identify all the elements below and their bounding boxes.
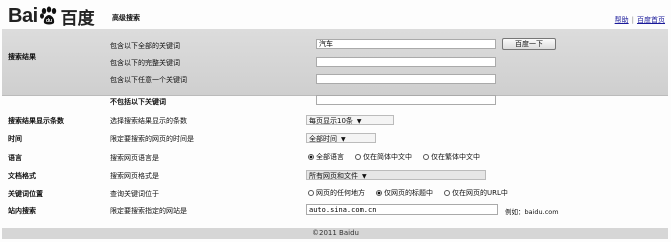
- position-option-anywhere[interactable]: 网页的任何地方: [308, 188, 365, 198]
- results-count-value: 每页显示10条: [309, 117, 353, 125]
- search-results-label: 搜索结果: [8, 53, 36, 61]
- exclude-keywords-label: 不包括以下关键词: [110, 98, 166, 106]
- format-select[interactable]: 所有网页和文件 ▼: [306, 170, 486, 180]
- position-option-title[interactable]: 仅网页的标题中: [376, 188, 433, 198]
- dropdown-arrow-icon: ▼: [341, 136, 346, 143]
- page-title: 高级搜索: [112, 14, 140, 22]
- top-links: 帮助 | 百度首页: [615, 15, 665, 25]
- keyword-position-radio-group: 网页的任何地方 仅网页的标题中 仅在网页的URL中: [308, 188, 516, 198]
- dropdown-arrow-icon: ▼: [362, 173, 367, 180]
- exact-phrase-label: 包含以下的完整关键词: [110, 59, 180, 67]
- option-label: 仅网页的标题中: [384, 189, 433, 197]
- radio-icon[interactable]: [423, 154, 429, 160]
- format-value: 所有网页和文件: [309, 172, 358, 180]
- position-option-url[interactable]: 仅在网页的URL中: [444, 188, 508, 198]
- language-option-traditional[interactable]: 仅在繁体中文中: [423, 152, 480, 162]
- keyword-position-label: 关键词位置: [8, 190, 43, 198]
- format-label: 文档格式: [8, 172, 36, 180]
- time-select[interactable]: 全部时间 ▼: [306, 133, 376, 143]
- radio-icon[interactable]: [376, 190, 382, 196]
- language-option-all[interactable]: 全部语言: [308, 152, 344, 162]
- option-label: 全部语言: [316, 153, 344, 161]
- home-link[interactable]: 百度首页: [637, 16, 665, 24]
- results-count-label: 搜索结果显示条数: [8, 117, 64, 125]
- any-keyword-label: 包含以下任意一个关键词: [110, 76, 187, 84]
- option-label: 仅在繁体中文中: [431, 153, 480, 161]
- option-label: 仅在简体中文中: [363, 153, 412, 161]
- copyright: ©2011 Baidu: [312, 229, 359, 237]
- option-label: 仅在网页的URL中: [452, 189, 508, 197]
- site-search-label: 站内搜索: [8, 207, 36, 215]
- radio-icon[interactable]: [308, 190, 314, 196]
- site-search-input[interactable]: [306, 204, 498, 215]
- radio-icon[interactable]: [444, 190, 450, 196]
- keyword-position-desc: 查询关键词位于: [110, 190, 159, 198]
- paw-icon: du: [39, 6, 56, 25]
- svg-text:du: du: [46, 18, 52, 24]
- logo-chinese: 百度: [60, 8, 95, 28]
- search-button[interactable]: 百度一下: [502, 38, 556, 50]
- option-label: 网页的任何地方: [316, 189, 365, 197]
- exact-phrase-input[interactable]: [316, 57, 496, 67]
- results-count-desc: 选择搜索结果显示的条数: [110, 117, 187, 125]
- time-label: 时间: [8, 135, 22, 143]
- radio-icon[interactable]: [355, 154, 361, 160]
- time-desc: 限定要搜索的网页的时间是: [110, 135, 194, 143]
- language-label: 语言: [8, 154, 22, 162]
- language-radio-group: 全部语言 仅在简体中文中 仅在繁体中文中: [308, 152, 488, 162]
- site-search-hint: 例如：baidu.com: [505, 208, 559, 216]
- dropdown-arrow-icon: ▼: [356, 118, 362, 125]
- language-option-simplified[interactable]: 仅在简体中文中: [355, 152, 412, 162]
- logo-text: Bai: [8, 4, 38, 27]
- radio-icon[interactable]: [308, 154, 314, 160]
- site-search-desc: 限定要搜索指定的网站是: [110, 207, 187, 215]
- time-value: 全部时间: [309, 135, 337, 143]
- help-link[interactable]: 帮助: [615, 16, 629, 24]
- all-keywords-label: 包含以下全部的关键词: [110, 42, 180, 50]
- language-desc: 搜索网页语言是: [110, 154, 159, 162]
- all-keywords-input[interactable]: [316, 39, 496, 49]
- link-separator: |: [631, 16, 634, 24]
- baidu-logo[interactable]: Bai du 百度: [8, 4, 95, 28]
- results-count-select[interactable]: 每页显示10条 ▼: [306, 115, 394, 125]
- any-keyword-input[interactable]: [316, 74, 496, 84]
- format-desc: 搜索网页格式是: [110, 172, 159, 180]
- exclude-keywords-input[interactable]: [316, 95, 496, 105]
